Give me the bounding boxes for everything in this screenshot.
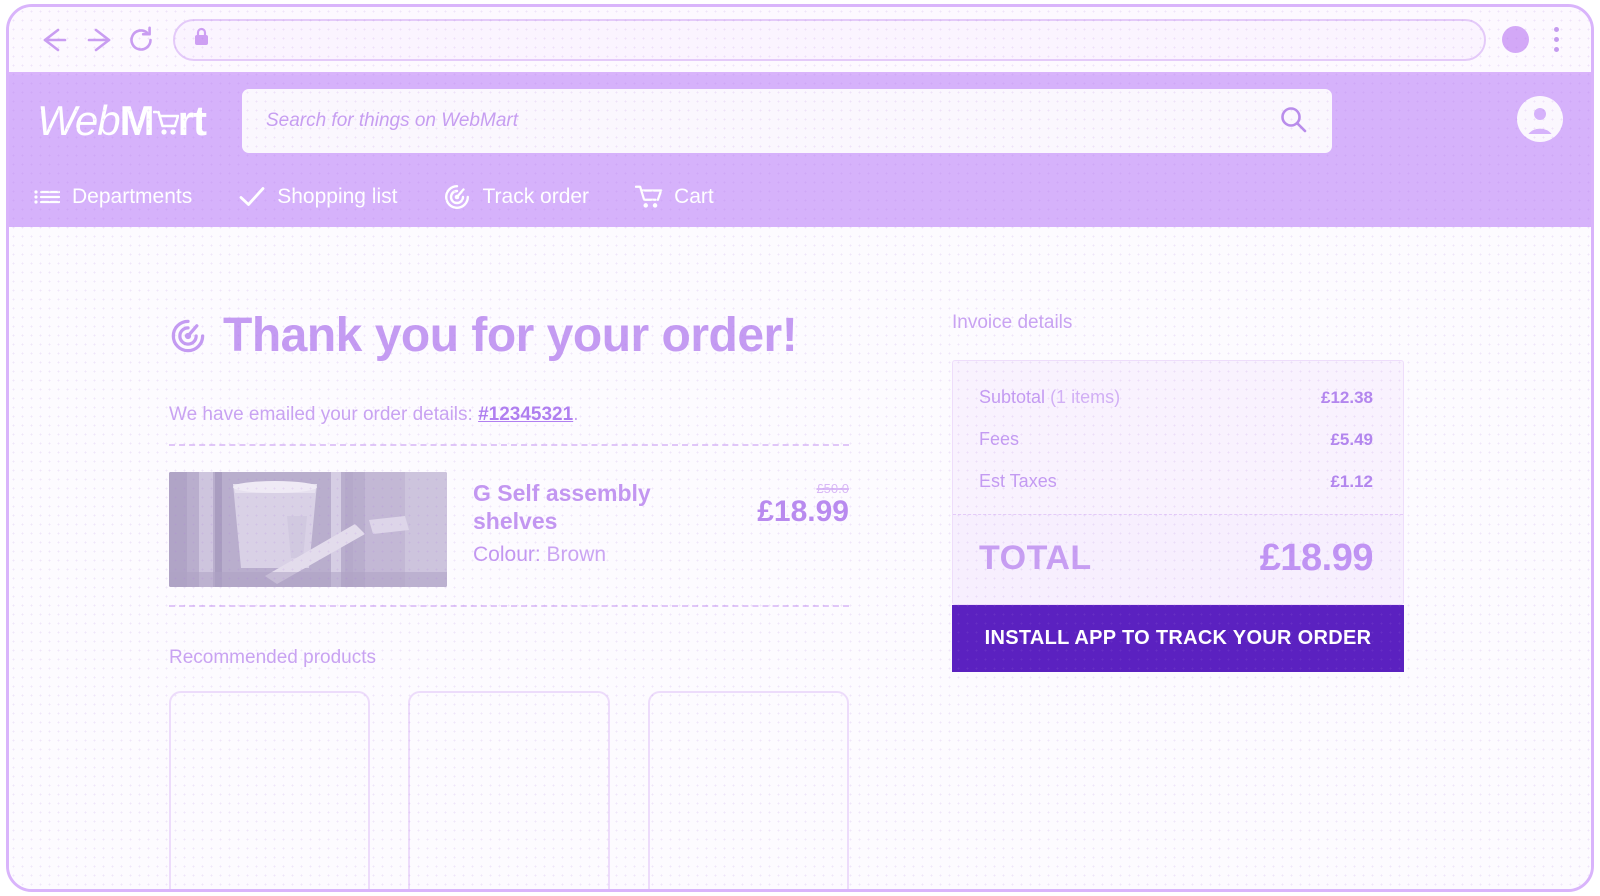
product-colour-value: Brown <box>546 543 607 567</box>
checkmark-icon <box>238 183 266 211</box>
page-content: Thank you for your order! We have emaile… <box>9 227 1591 889</box>
sidebar-item-label: Departments <box>72 185 193 208</box>
invoice-row-label: Subtotal (1 items) <box>979 387 1120 408</box>
forward-button[interactable] <box>75 18 119 62</box>
invoice-column: Invoice details Subtotal (1 items) £12.3… <box>952 312 1404 672</box>
logo-text-rt: rt <box>177 97 207 144</box>
site-header: Web M rt Search for things on WebMart De… <box>9 75 1591 227</box>
product-colour: Colour: Brown <box>473 543 729 567</box>
product-thumbnail[interactable] <box>169 472 447 587</box>
recommended-card-1[interactable] <box>169 691 371 889</box>
browser-controls-right <box>1502 23 1569 57</box>
back-button[interactable] <box>31 18 75 62</box>
sidebar-item-shopping-list[interactable]: Shopping list <box>238 183 397 211</box>
sidebar-item-label: Cart <box>674 185 714 208</box>
order-number-link[interactable]: #12345321 <box>478 404 573 425</box>
list-menu-icon <box>33 183 61 211</box>
invoice-card: Subtotal (1 items) £12.38 Fees £5.49 Est… <box>952 360 1404 605</box>
order-line-item: G Self assembly shelves Colour: Brown £5… <box>169 446 849 587</box>
page-title: Thank you for your order! <box>223 309 798 362</box>
divider-bottom <box>169 605 849 607</box>
browser-toolbar <box>9 7 1591 75</box>
invoice-row-label: Fees <box>979 429 1020 449</box>
recommended-card-3[interactable] <box>647 691 849 889</box>
invoice-row-value: £5.49 <box>1330 430 1373 449</box>
search-icon[interactable] <box>1278 104 1308 139</box>
order-email-notice: We have emailed your order details: #123… <box>169 404 849 426</box>
product-price-original: £50.0 <box>816 481 849 496</box>
product-info: G Self assembly shelves Colour: Brown <box>473 472 729 567</box>
invoice-row-subtotal: Subtotal (1 items) £12.38 <box>979 387 1373 408</box>
invoice-total-label: TOTAL <box>979 539 1092 577</box>
shopping-cart-icon <box>635 183 663 211</box>
order-email-suffix: . <box>573 404 579 425</box>
radar-target-icon <box>443 183 471 211</box>
radar-target-icon <box>169 317 207 360</box>
invoice-total-value: £18.99 <box>1259 537 1374 579</box>
sidebar-item-label: Shopping list <box>277 185 398 208</box>
browser-window: Web M rt Search for things on WebMart De… <box>6 4 1594 892</box>
recommended-heading: Recommended products <box>169 647 376 668</box>
recommended-card-2[interactable] <box>408 691 610 889</box>
invoice-row-est-taxes: Est Taxes £1.12 <box>979 471 1373 492</box>
recommended-products-list <box>169 691 849 889</box>
invoice-heading: Invoice details <box>952 312 1073 333</box>
invoice-row-label: Est Taxes <box>979 471 1057 491</box>
invoice-rows: Subtotal (1 items) £12.38 Fees £5.49 Est… <box>953 361 1403 514</box>
search-input[interactable] <box>265 110 1278 132</box>
order-email-prefix: We have emailed your order details: <box>169 404 479 425</box>
invoice-label-text: Subtotal <box>979 387 1046 407</box>
logo-text-web: Web <box>37 97 121 144</box>
header-nav: Departments Shopping list Track order Ca… <box>9 167 1591 227</box>
shopping-cart-icon <box>152 105 179 135</box>
product-price-current: £18.99 <box>757 495 849 528</box>
url-bar[interactable] <box>173 18 1486 61</box>
invoice-row-value: £1.12 <box>1330 472 1373 491</box>
invoice-label-sublabel: (1 items) <box>1045 387 1121 407</box>
product-colour-label: Colour: <box>473 543 541 567</box>
search-bar[interactable] <box>241 89 1332 153</box>
order-summary-column: Thank you for your order! We have emaile… <box>169 312 849 889</box>
product-price-block: £50.0 £18.99 <box>729 472 849 527</box>
webmart-logo[interactable]: Web M rt <box>37 97 207 144</box>
logo-text-m: M <box>119 97 155 144</box>
invoice-total-row: TOTAL £18.99 <box>953 514 1403 604</box>
sidebar-item-label: Track order <box>482 185 590 208</box>
invoice-row-value: £12.38 <box>1321 388 1373 407</box>
profile-avatar-icon[interactable] <box>1502 26 1529 53</box>
kebab-menu-icon[interactable] <box>1543 23 1569 57</box>
user-account-icon[interactable] <box>1491 95 1563 147</box>
sidebar-item-track-order[interactable]: Track order <box>443 183 589 211</box>
sidebar-item-departments[interactable]: Departments <box>33 183 192 211</box>
thank-you-header: Thank you for your order! <box>169 312 849 360</box>
sidebar-item-cart[interactable]: Cart <box>635 183 714 211</box>
reload-button[interactable] <box>119 18 163 62</box>
install-app-button[interactable]: INSTALL APP TO TRACK YOUR ORDER <box>952 605 1404 672</box>
invoice-row-fees: Fees £5.49 <box>979 429 1373 450</box>
product-title[interactable]: G Self assembly shelves <box>473 480 729 535</box>
lock-icon <box>193 27 210 52</box>
header-top-row: Web M rt <box>9 75 1591 167</box>
